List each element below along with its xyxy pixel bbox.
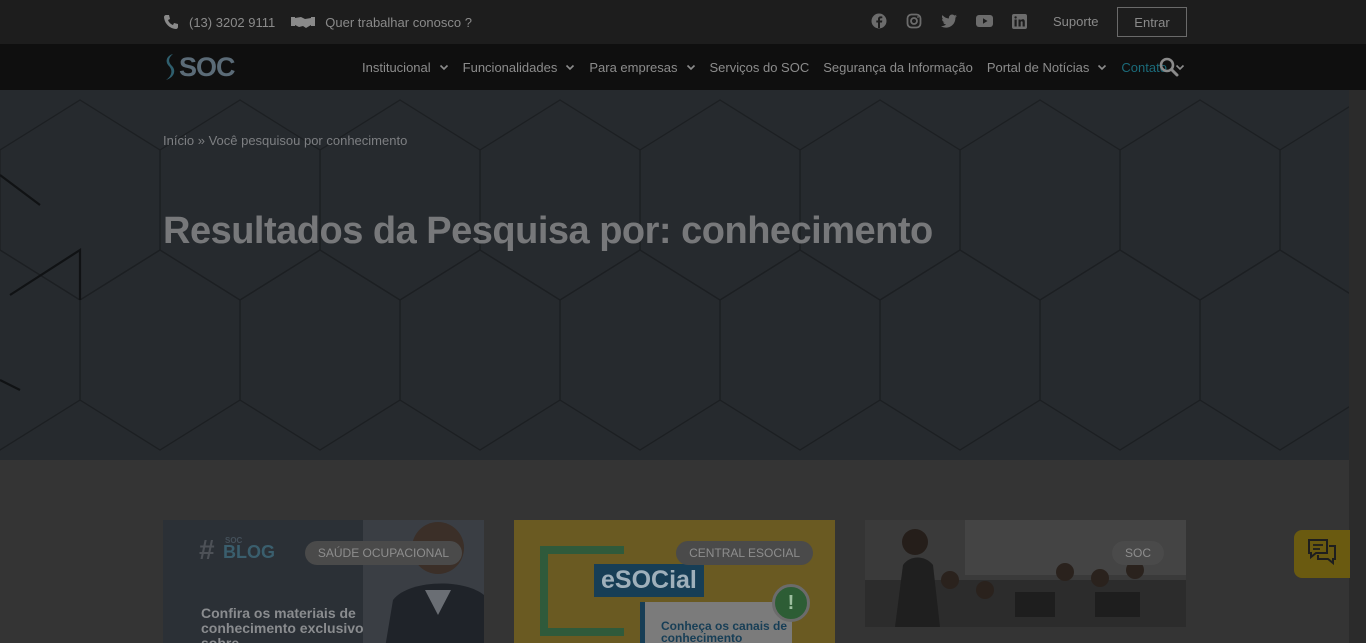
result-card[interactable]: # BLOG SOC Confira os materiais de conhe…	[163, 520, 484, 643]
nav-item-label: Portal de Notícias	[986, 59, 1090, 75]
soc-logo[interactable]: SOC	[163, 51, 236, 82]
category-badge[interactable]: SOC	[1111, 541, 1164, 565]
card-teaser-text: Confira os materiais de conhecimento exc…	[201, 605, 364, 643]
login-button[interactable]: Entrar	[1117, 7, 1187, 37]
nav-item-label: Serviços do SOC	[709, 59, 810, 75]
nav-item-label: Institucional	[362, 59, 431, 75]
nav-item-para-empresas[interactable]: Para empresas	[589, 60, 695, 75]
nav-item-funcionalidades[interactable]: Funcionalidades	[463, 60, 576, 75]
phone-number[interactable]: (13) 3202 9111	[189, 15, 275, 30]
breadcrumb-separator: »	[197, 133, 205, 148]
chevron-down-icon	[1097, 62, 1107, 72]
youtube-icon[interactable]	[975, 12, 993, 30]
handshake-icon	[291, 14, 316, 30]
chevron-down-icon	[565, 62, 575, 72]
card-panel: Conheça os canais de conhecimento	[640, 602, 792, 643]
category-badge[interactable]: SAÚDE OCUPACIONAL	[304, 541, 462, 565]
blog-tag: BLOG	[223, 542, 275, 562]
careers-link[interactable]: Quer trabalhar conosco ?	[325, 15, 472, 30]
breadcrumb-home[interactable]: Início	[163, 133, 194, 148]
blog-small-label: SOC	[225, 536, 243, 545]
nav-item-servicos[interactable]: Serviços do SOC	[710, 60, 810, 75]
nav-item-portal-noticias[interactable]: Portal de Notícias	[987, 60, 1108, 75]
top-bar: (13) 3202 9111 Quer trabalhar conosco ? …	[0, 0, 1366, 44]
logo-mark-icon	[166, 54, 175, 80]
main-nav: SOC Institucional Funcionalidades Para e…	[0, 44, 1366, 90]
chat-widget-button[interactable]	[1294, 530, 1350, 578]
alert-icon: !	[772, 584, 810, 622]
phone-icon	[163, 14, 179, 30]
card-teaser-text: Conheça os canais de conhecimento	[661, 619, 788, 643]
chat-icon	[1307, 538, 1337, 571]
facebook-icon[interactable]	[870, 12, 888, 30]
esocial-logo-text: eSOCial	[594, 564, 704, 597]
person-image	[363, 520, 484, 643]
support-link[interactable]: Suporte	[1053, 14, 1099, 29]
chevron-down-icon	[686, 62, 696, 72]
page-title: Resultados da Pesquisa por: conhecimento	[163, 210, 933, 252]
nav-item-label: Segurança da Informação	[823, 59, 973, 75]
breadcrumb: Início » Você pesquisou por conhecimento	[163, 133, 407, 148]
results-section: # BLOG SOC Confira os materiais de conhe…	[0, 460, 1349, 643]
logo-text: SOC	[179, 51, 236, 82]
breadcrumb-current: Você pesquisou por conhecimento	[208, 133, 408, 148]
social-links	[870, 12, 1028, 30]
hashtag-text: #	[199, 534, 215, 565]
nav-menu: Institucional Funcionalidades Para empre…	[362, 44, 1199, 90]
page-scrollbar[interactable]	[1349, 90, 1366, 643]
instagram-icon[interactable]	[905, 12, 923, 30]
nav-item-institucional[interactable]: Institucional	[362, 60, 449, 75]
chevron-down-icon	[439, 62, 449, 72]
category-badge[interactable]: CENTRAL ESOCIAL	[676, 541, 813, 565]
search-icon[interactable]	[1159, 57, 1179, 77]
search-hero: Início » Você pesquisou por conhecimento…	[0, 90, 1349, 460]
twitter-icon[interactable]	[940, 12, 958, 30]
office-photo	[865, 520, 1186, 627]
contact-info: (13) 3202 9111 Quer trabalhar conosco ?	[163, 0, 478, 44]
nav-item-label: Para empresas	[589, 59, 678, 75]
result-card[interactable]: SOC	[865, 520, 1186, 627]
result-card[interactable]: eSOCial Conheça os canais de conheciment…	[514, 520, 835, 643]
linkedin-icon[interactable]	[1010, 12, 1028, 30]
nav-item-label: Funcionalidades	[462, 59, 558, 75]
nav-item-seguranca[interactable]: Segurança da Informação	[823, 60, 973, 75]
